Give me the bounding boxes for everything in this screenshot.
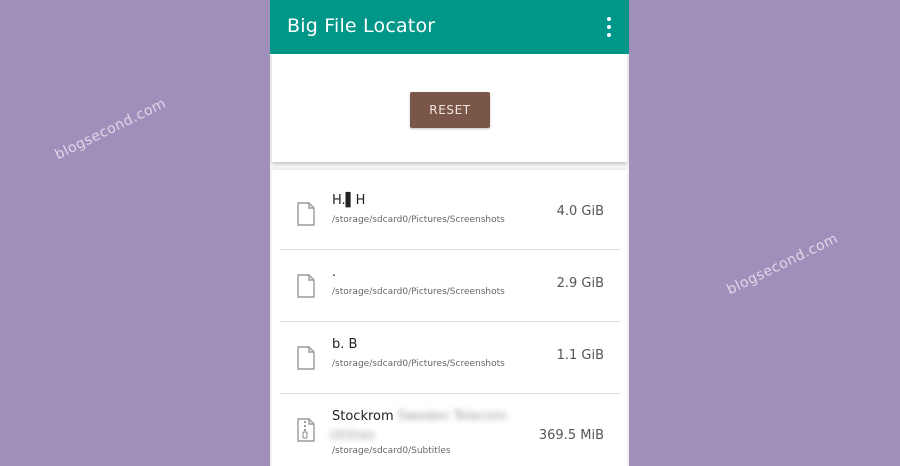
file-list: H.▌H /storage/sdcard0/Pictures/Screensho… xyxy=(272,170,627,466)
file-name-text: . xyxy=(332,265,337,280)
file-list-item[interactable]: b. B /storage/sdcard0/Pictures/Screensho… xyxy=(280,322,620,394)
zip-file-icon xyxy=(297,418,315,442)
file-path: /storage/sdcard0/Subtitles xyxy=(332,446,451,456)
reset-button[interactable]: RESET xyxy=(410,92,490,128)
file-name-text: H.▌H xyxy=(332,193,366,208)
file-name-redacted: Sweden Telecom xyxy=(397,409,507,424)
app-bar: Big File Locator xyxy=(270,0,629,54)
file-name: b. B xyxy=(332,337,357,352)
file-name: H.▌H xyxy=(332,193,365,208)
file-size: 4.0 GiB xyxy=(556,204,604,219)
file-size: 1.1 GiB xyxy=(556,348,604,363)
file-path: /storage/sdcard0/Pictures/Screenshots xyxy=(332,215,505,225)
file-name-redacted-line: Utilities xyxy=(330,428,376,442)
screenshot-stage: blogsecond.com blogsecond.com Big File L… xyxy=(0,0,900,466)
file-name-text: Stockrom xyxy=(332,409,394,424)
menu-dot xyxy=(607,33,611,37)
file-list-item[interactable]: H.▌H /storage/sdcard0/Pictures/Screensho… xyxy=(280,178,620,250)
phone-screen: Big File Locator RESET H.▌H /storage/sdc xyxy=(270,0,629,466)
file-size: 2.9 GiB xyxy=(556,276,604,291)
file-list-item[interactable]: Stockrom Sweden Telecom Utilities /storag… xyxy=(280,394,620,466)
watermark-right: blogsecond.com xyxy=(724,230,841,299)
file-name: . xyxy=(332,265,336,280)
file-name-text: b. B xyxy=(332,337,358,352)
more-vert-icon[interactable] xyxy=(601,14,617,40)
menu-dot xyxy=(607,25,611,29)
file-size: 369.5 MiB xyxy=(538,428,604,443)
file-path: /storage/sdcard0/Pictures/Screenshots xyxy=(332,359,505,369)
file-list-item[interactable]: . /storage/sdcard0/Pictures/Screenshots … xyxy=(280,250,620,322)
menu-dot xyxy=(607,17,611,21)
watermark-left: blogsecond.com xyxy=(52,95,169,164)
file-icon xyxy=(297,274,315,298)
file-path: /storage/sdcard0/Pictures/Screenshots xyxy=(332,287,505,297)
app-title: Big File Locator xyxy=(287,15,436,37)
file-name: Stockrom Sweden Telecom xyxy=(332,409,506,424)
reset-card: RESET xyxy=(272,54,627,162)
file-icon xyxy=(297,346,315,370)
file-icon xyxy=(297,202,315,226)
